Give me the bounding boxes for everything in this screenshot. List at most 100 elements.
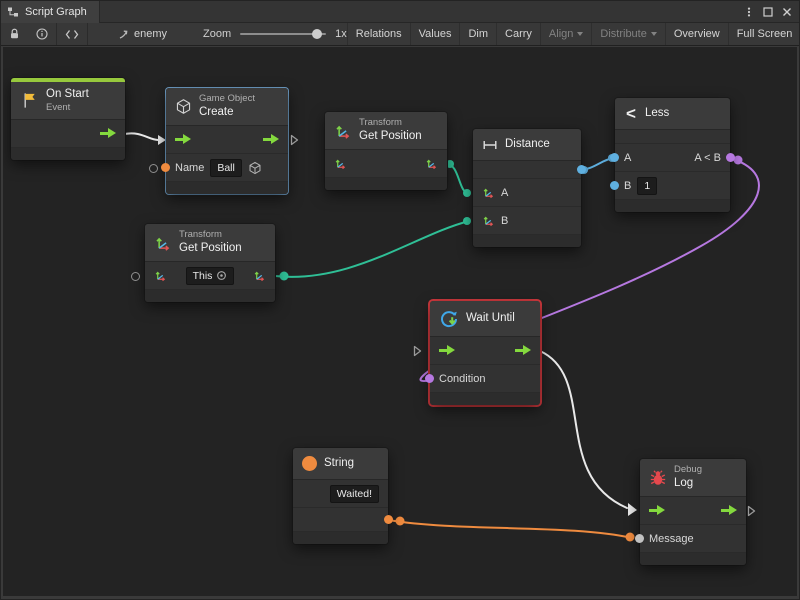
node-header: On Start Event (11, 82, 125, 120)
object-picker-icon[interactable] (216, 270, 227, 281)
flow-output-port[interactable] (515, 345, 531, 356)
vector-input-port-icon[interactable] (154, 269, 167, 282)
node-debug-log[interactable]: Debug Log Message (640, 459, 746, 565)
message-input-port[interactable] (635, 534, 644, 543)
empty-flow-port-icon[interactable] (747, 505, 756, 517)
less-icon: < (624, 105, 638, 122)
port-row-a: A A < B (615, 144, 730, 172)
graph-name: enemy (134, 28, 167, 40)
name-field[interactable]: Ball (210, 159, 242, 177)
cube-icon (175, 98, 192, 115)
wire-getposition-distance-a[interactable] (447, 164, 468, 193)
bool-output-port[interactable] (726, 153, 735, 162)
b-value-field[interactable]: 1 (637, 177, 657, 195)
toolbar-separator (87, 23, 88, 45)
wire-endpoint (396, 517, 405, 526)
node-wait-until[interactable]: Wait Until Condition (430, 301, 540, 405)
transform-icon (154, 234, 172, 252)
port-label: A (501, 187, 508, 199)
edit-script-button[interactable] (57, 23, 87, 45)
float-input-port-b[interactable] (610, 181, 619, 190)
maximize-icon[interactable] (763, 7, 773, 17)
tab-title: Script Graph (25, 6, 87, 18)
relations-button[interactable]: Relations (347, 23, 410, 45)
lock-button[interactable] (1, 23, 28, 45)
node-title: Distance (505, 137, 550, 151)
wire-onstart-create[interactable] (125, 133, 158, 140)
float-output-port[interactable] (577, 165, 586, 174)
vector-input-port-icon[interactable] (482, 214, 495, 227)
tab-script-graph[interactable]: Script Graph (1, 1, 100, 23)
string-value-field[interactable]: Waited! (330, 485, 379, 503)
node-title: Wait Until (466, 311, 515, 325)
values-button[interactable]: Values (410, 23, 460, 45)
target-field[interactable]: This (186, 267, 235, 285)
node-on-start[interactable]: On Start Event (11, 78, 125, 160)
wire-string-log[interactable] (388, 520, 632, 538)
node-title: Less (645, 106, 669, 120)
wire-getposition-distance-b[interactable] (275, 221, 469, 277)
flow-input-port[interactable] (649, 505, 665, 516)
zoom-slider-handle[interactable] (312, 29, 322, 39)
flow-input-port[interactable] (439, 345, 455, 356)
graph-breadcrumb[interactable]: enemy (110, 23, 175, 45)
wire-endpoint (626, 533, 635, 542)
port-label: Name (175, 162, 204, 174)
overview-button[interactable]: Overview (665, 23, 728, 45)
flow-row (166, 126, 288, 154)
vector-input-port-icon[interactable] (482, 186, 495, 199)
close-icon[interactable] (782, 7, 792, 17)
graph-toolbar: enemy Zoom 1x Relations Values Dim Carry… (1, 23, 799, 46)
float-input-port-a[interactable] (610, 153, 619, 162)
port-label: B (501, 215, 508, 227)
wire-endpoint (463, 217, 471, 225)
graph-canvas[interactable]: On Start Event Game Object Create (3, 47, 797, 596)
flow-row (430, 337, 540, 365)
empty-flow-port-icon[interactable] (413, 345, 422, 357)
spacer-row (615, 130, 730, 144)
node-category: Transform (179, 229, 242, 241)
node-distance[interactable]: Distance A B (473, 129, 581, 247)
empty-flow-port-icon[interactable] (290, 134, 299, 146)
node-footer (145, 290, 275, 302)
string-input-port[interactable] (161, 163, 170, 172)
inspect-button[interactable] (28, 23, 56, 45)
port-row: This (145, 262, 275, 290)
full-screen-button[interactable]: Full Screen (728, 23, 800, 45)
flow-output-port[interactable] (721, 505, 737, 516)
flow-output-port[interactable] (263, 134, 279, 145)
wire-waituntil-log[interactable] (540, 351, 627, 508)
carry-button[interactable]: Carry (496, 23, 540, 45)
unity-window: Script Graph enemy Zoom 1x Relatio (0, 0, 800, 600)
bool-input-port[interactable] (425, 374, 434, 383)
flow-input-port[interactable] (175, 134, 191, 145)
node-title: Create (199, 105, 255, 119)
node-less[interactable]: < Less A A < B B 1 (615, 98, 730, 212)
node-header: String (293, 448, 388, 480)
flow-row (11, 120, 125, 148)
node-footer (11, 148, 125, 160)
node-title: Get Position (359, 129, 422, 143)
node-title: Log (674, 476, 702, 490)
zoom-label: Zoom (203, 28, 231, 40)
dim-button[interactable]: Dim (459, 23, 496, 45)
flow-output-port[interactable] (100, 128, 116, 139)
zoom-slider[interactable] (240, 33, 326, 35)
node-get-position-b[interactable]: Transform Get Position This (145, 224, 275, 302)
node-get-position-a[interactable]: Transform Get Position (325, 112, 447, 190)
node-string[interactable]: String Waited! (293, 448, 388, 544)
node-title: On Start (46, 87, 89, 101)
string-output-port[interactable] (384, 515, 393, 524)
align-button[interactable]: Align (540, 23, 591, 45)
empty-value-port[interactable] (149, 164, 158, 173)
node-create-game-object[interactable]: Game Object Create Name Ball (166, 88, 288, 194)
port-label: Condition (439, 373, 485, 385)
vector-output-port-icon[interactable] (253, 269, 266, 282)
empty-value-port[interactable] (131, 272, 140, 281)
wire-endpoint (446, 160, 454, 168)
vector-output-port-icon[interactable] (425, 157, 438, 170)
vector-input-port-icon[interactable] (334, 157, 347, 170)
distribute-button[interactable]: Distribute (591, 23, 664, 45)
window-menu-icon[interactable] (744, 7, 754, 17)
port-label: A (624, 152, 631, 164)
